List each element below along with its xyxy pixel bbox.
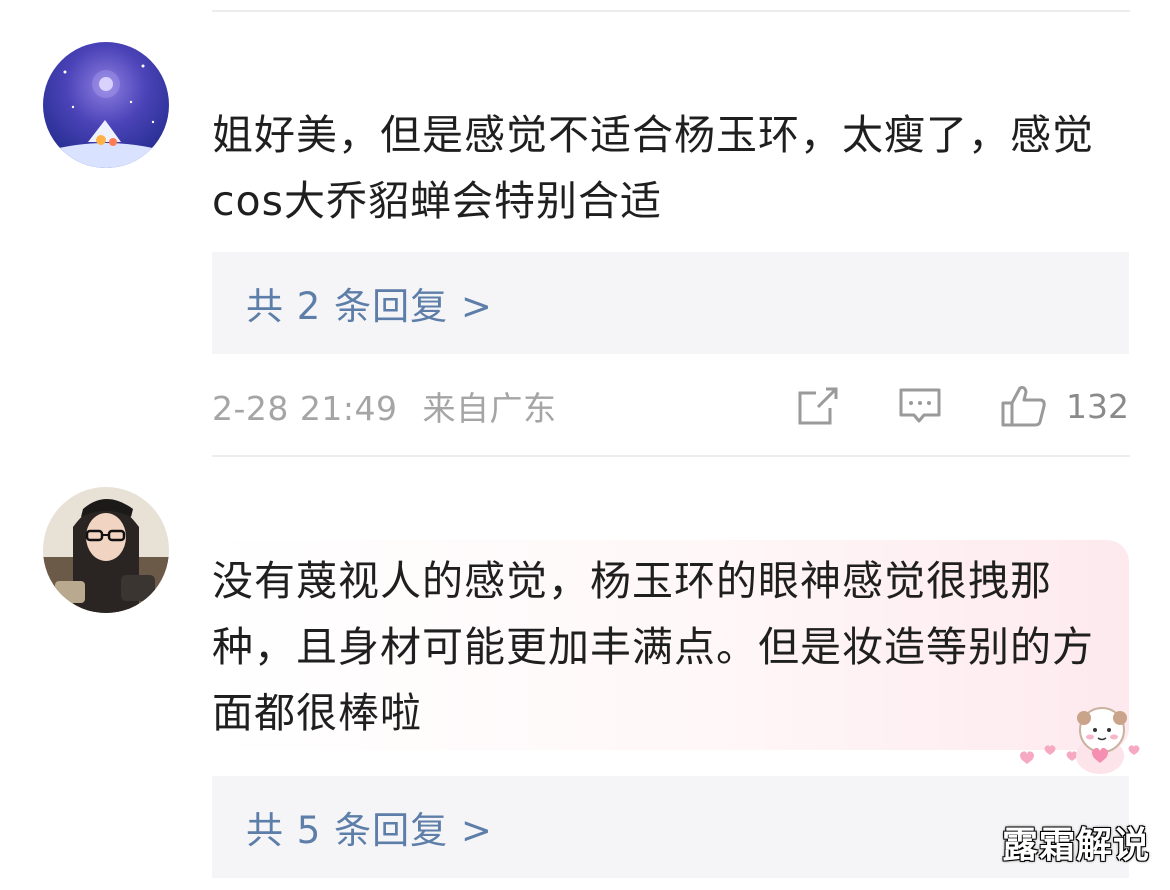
sheep-sticker-icon: [1020, 707, 1140, 774]
comment-text: 姐好美，但是感觉不适合杨玉环，太瘦了，感觉cos大乔貂蝉会特别合适: [212, 111, 1094, 225]
share-icon[interactable]: [796, 386, 840, 426]
comment-meta: 2-28 21:49 来自广东 132: [212, 376, 1129, 436]
replies-label: 共 2 条回复 >: [246, 285, 493, 328]
thumbs-up-icon[interactable]: [1000, 384, 1048, 428]
watermark: 露霜解说: [1001, 825, 1150, 866]
avatar[interactable]: [43, 42, 169, 168]
comment-time: 2-28 21:49 来自广东: [212, 382, 557, 430]
view-replies-button[interactable]: 共 5 条回复 >: [212, 776, 1129, 878]
replies-label: 共 5 条回复 >: [246, 809, 493, 852]
comment-divider: [212, 455, 1130, 457]
avatar-image: [43, 42, 169, 168]
location: 来自广东: [422, 389, 557, 428]
like-count: 132: [1066, 386, 1129, 426]
view-replies-button[interactable]: 共 2 条回复 >: [212, 252, 1129, 354]
top-divider: [212, 10, 1130, 12]
comment-icon[interactable]: [898, 386, 942, 426]
comment-text: 没有蔑视人的感觉，杨玉环的眼神感觉很拽那种，且身材可能更加丰满点。但是妆造等别的…: [212, 557, 1094, 737]
action-bar: 132: [796, 384, 1129, 428]
avatar-image: [43, 487, 169, 613]
timestamp: 2-28 21:49: [212, 389, 398, 428]
avatar[interactable]: [43, 487, 169, 613]
